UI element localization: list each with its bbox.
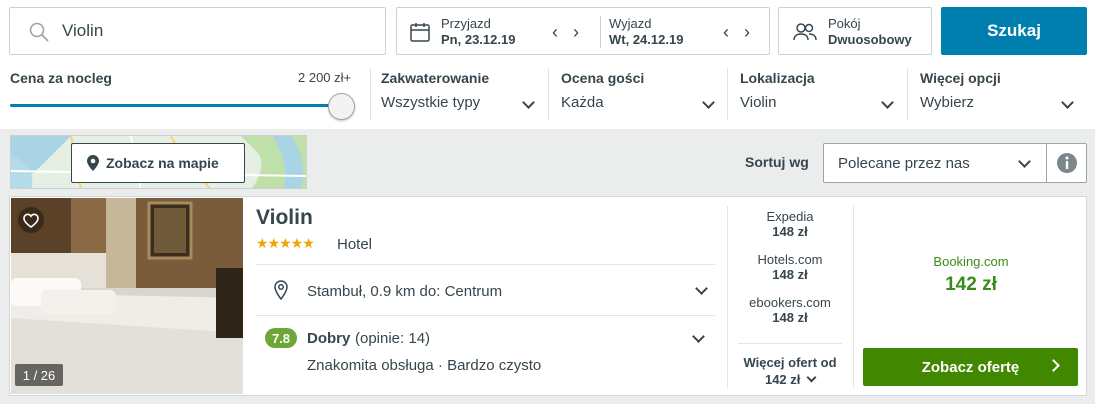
location-filter-label: Lokalizacja <box>740 70 815 86</box>
hotel-location: Stambuł, 0.9 km do: Centrum <box>307 283 503 300</box>
best-offer-price[interactable]: 142 zł <box>856 274 1086 296</box>
more-options-dropdown[interactable]: Wybierz <box>920 94 1078 118</box>
rating-filter-value: Każda <box>561 94 604 111</box>
sort-dropdown[interactable]: Polecane przez nas <box>823 143 1047 183</box>
view-deal-label: Zobacz ofertę <box>921 358 1020 376</box>
provider-price: 148 zł <box>772 224 808 239</box>
more-offers-button[interactable]: Więcej ofert od 142 zł <box>728 354 852 388</box>
checkin-value[interactable]: Pn, 23.12.19 <box>441 32 515 47</box>
hotel-name[interactable]: Violin <box>256 206 313 230</box>
checkout-prev-icon[interactable]: ‹ <box>723 23 729 41</box>
sort-value: Polecane przez nas <box>838 155 970 172</box>
provider-name: Expedia <box>766 209 814 224</box>
view-map-button[interactable]: Zobacz na mapie <box>71 143 245 183</box>
view-map-label: Zobacz na mapie <box>106 155 219 171</box>
room-selector[interactable]: Pokój Dwuosobowy <box>778 7 932 55</box>
location-filter-value: Violin <box>740 94 777 111</box>
provider-price: 148 zł <box>772 267 808 282</box>
filter-divider <box>548 68 549 120</box>
search-input[interactable]: Violin <box>9 7 386 55</box>
chevron-down-icon <box>522 96 535 109</box>
sort-label: Sortuj wg <box>745 154 809 170</box>
rating-highlights: Znakomita obsługa · Bardzo czysto <box>307 357 542 374</box>
rating-score-badge: 7.8 <box>265 328 297 348</box>
accommodation-filter-label: Zakwaterowanie <box>381 70 490 86</box>
price-slider-track[interactable] <box>10 104 342 107</box>
chevron-right-icon <box>1047 359 1060 372</box>
provider-name: Hotels.com <box>757 252 823 267</box>
chevron-down-icon <box>1018 155 1031 168</box>
date-picker[interactable]: Przyjazd Pn, 23.12.19 ‹ › Wyjazd Wt, 24.… <box>396 7 770 55</box>
location-pin-icon <box>274 280 288 305</box>
map-pin-icon <box>86 154 100 172</box>
photo-counter: 1 / 26 <box>15 364 63 386</box>
more-options-label: Więcej opcji <box>920 70 1001 86</box>
best-offer-provider[interactable]: Booking.com <box>856 254 1086 269</box>
more-options-value: Wybierz <box>920 94 975 111</box>
search-button[interactable]: Szukaj <box>941 7 1087 55</box>
price-slider-handle[interactable] <box>328 93 355 120</box>
price-max-value: 2 200 zł+ <box>298 70 352 85</box>
checkin-label: Przyjazd <box>441 16 491 31</box>
star-rating: ★★★★★ <box>256 235 315 251</box>
calendar-icon <box>409 21 431 48</box>
more-offers-price: 142 zł <box>764 372 801 387</box>
review-count: (opinie: 14) <box>355 330 431 347</box>
room-value: Dwuosobowy <box>828 32 912 47</box>
divider <box>738 343 842 344</box>
provider-name: ebookers.com <box>749 295 831 310</box>
info-button[interactable] <box>1046 143 1087 183</box>
checkout-next-icon[interactable]: › <box>744 23 750 41</box>
chevron-down-icon <box>702 96 715 109</box>
search-icon <box>28 21 50 48</box>
filter-divider <box>907 68 908 120</box>
chevron-down-icon <box>881 96 894 109</box>
provider-price: 148 zł <box>772 310 808 325</box>
provider-offer[interactable]: ebookers.com 148 zł <box>728 295 852 325</box>
rating-filter-label: Ocena gości <box>561 70 645 86</box>
filter-divider <box>727 68 728 120</box>
divider <box>256 264 715 265</box>
checkout-value[interactable]: Wt, 24.12.19 <box>609 32 683 47</box>
more-offers-label: Więcej ofert od <box>743 355 837 370</box>
rating-word: Dobry <box>307 330 351 347</box>
divider <box>256 315 715 316</box>
accommodation-dropdown[interactable]: Wszystkie typy <box>381 94 539 118</box>
guests-icon <box>793 22 817 47</box>
checkout-label: Wyjazd <box>609 16 652 31</box>
info-icon <box>1056 152 1078 174</box>
search-value: Violin <box>62 21 104 40</box>
divider <box>853 206 854 388</box>
favorite-button[interactable] <box>18 207 44 233</box>
chevron-down-icon <box>806 372 817 383</box>
price-filter-label: Cena za nocleg <box>10 70 112 86</box>
accommodation-value: Wszystkie typy <box>381 94 481 111</box>
checkin-next-icon[interactable]: › <box>573 23 579 41</box>
rating-dropdown[interactable]: Każda <box>561 94 719 118</box>
date-divider <box>600 16 601 48</box>
view-deal-button[interactable]: Zobacz ofertę <box>863 348 1078 386</box>
chevron-down-icon <box>695 282 708 295</box>
provider-offer[interactable]: Expedia 148 zł <box>728 209 852 239</box>
hotel-type: Hotel <box>337 236 373 253</box>
heart-icon <box>23 212 39 228</box>
provider-offer[interactable]: Hotels.com 148 zł <box>728 252 852 282</box>
chevron-down-icon <box>1061 96 1074 109</box>
checkin-prev-icon[interactable]: ‹ <box>552 23 558 41</box>
room-label: Pokój <box>828 16 861 31</box>
location-dropdown[interactable]: Violin <box>740 94 898 118</box>
filter-divider <box>370 68 371 120</box>
